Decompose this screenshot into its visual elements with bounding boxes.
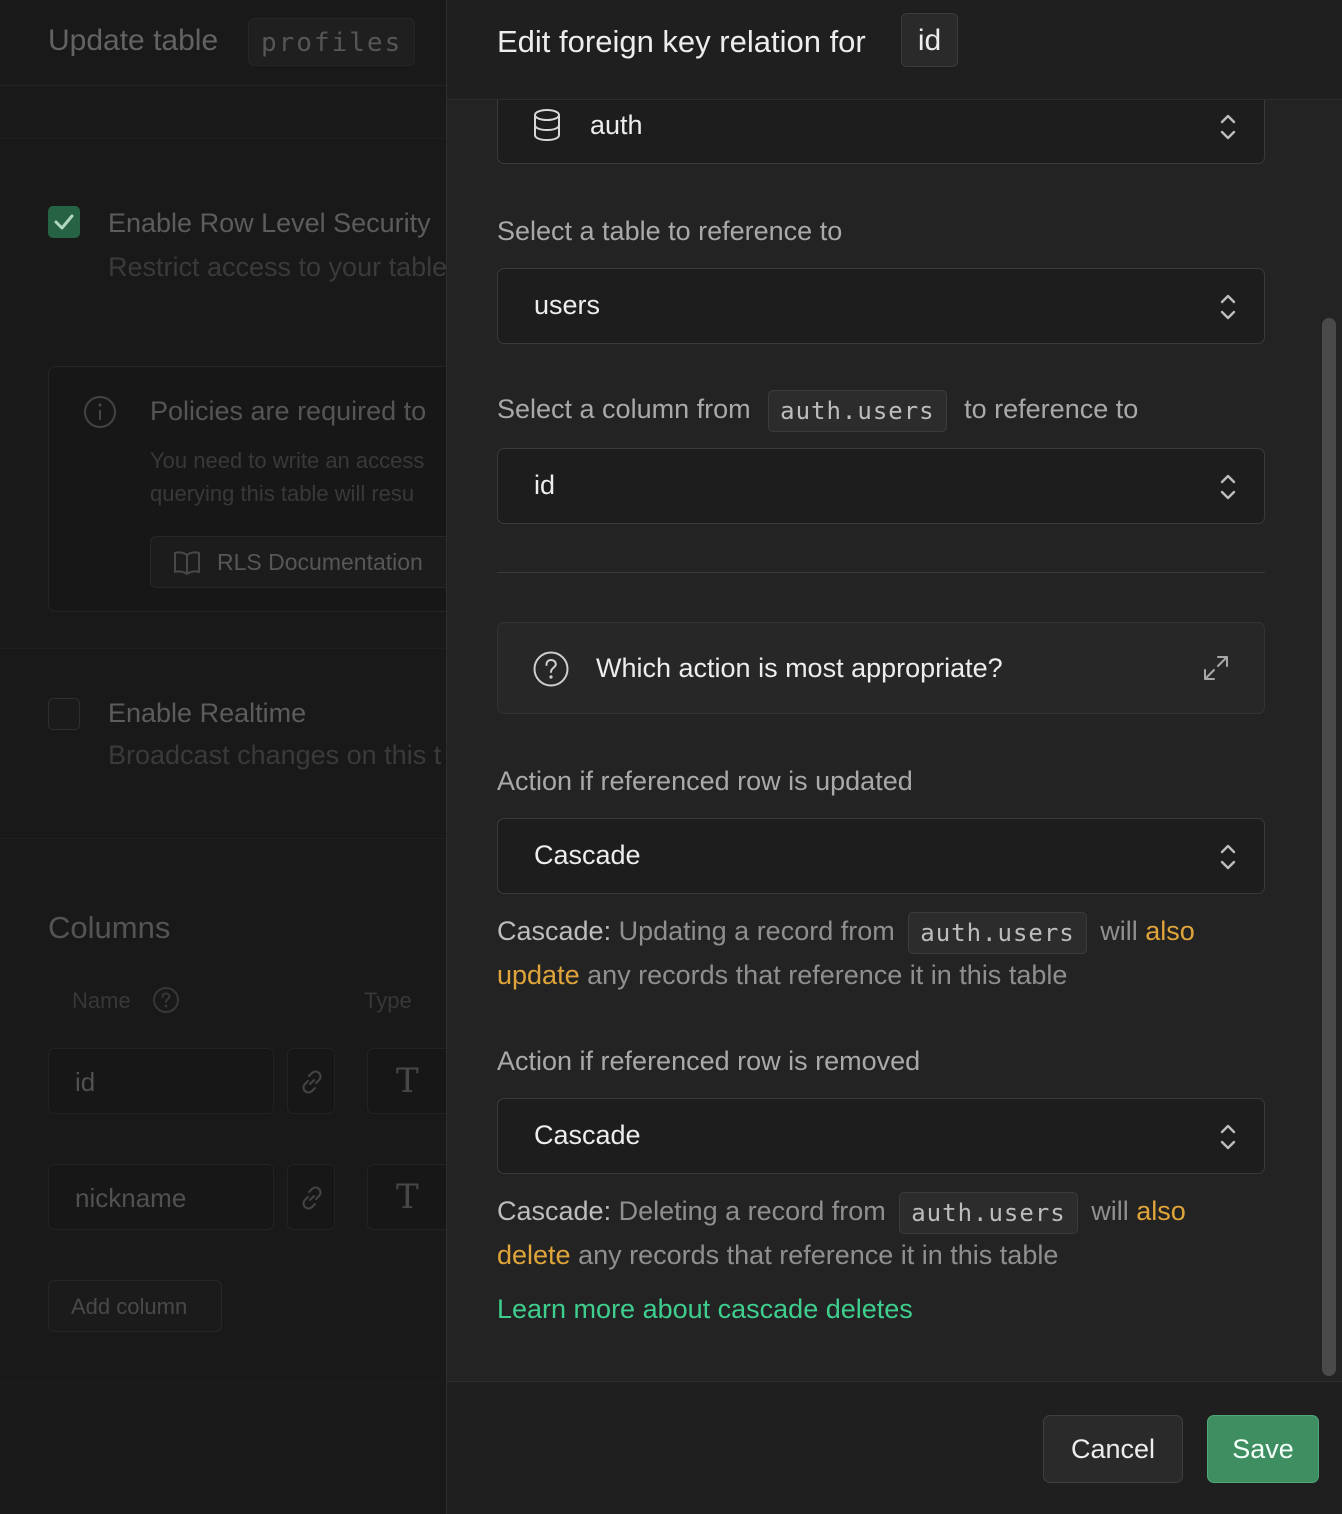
link-icon bbox=[302, 1070, 322, 1094]
check-icon bbox=[54, 214, 74, 230]
text-type-icon: T bbox=[396, 1177, 419, 1217]
rls-description: Restrict access to your table bbox=[108, 252, 446, 282]
update-table-panel: Update table profiles Enable Row Level S… bbox=[0, 0, 446, 1514]
foreign-key-link-button[interactable] bbox=[287, 1048, 335, 1114]
policy-notice-text: You need to write an access querying thi… bbox=[150, 444, 424, 510]
book-icon bbox=[174, 551, 200, 575]
column-select-value: id bbox=[534, 470, 556, 500]
update-action-select[interactable]: Cascade bbox=[497, 818, 1265, 894]
delete-action-select[interactable]: Cascade bbox=[497, 1098, 1265, 1174]
add-column-label: Add column bbox=[71, 1294, 188, 1319]
schema-table-chip: auth.users bbox=[899, 1191, 1078, 1234]
column-name-value: id bbox=[75, 1067, 96, 1097]
chevron-up-down-icon bbox=[1220, 294, 1236, 320]
schema-table-chip: auth.users bbox=[908, 911, 1087, 954]
column-name-header: Name bbox=[72, 988, 131, 1013]
learn-more-cascade-link[interactable]: Learn more about cascade deletes bbox=[497, 1294, 913, 1325]
link-icon bbox=[302, 1186, 322, 1210]
update-action-label: Action if referenced row is updated bbox=[497, 766, 913, 796]
cancel-button[interactable]: Cancel bbox=[1043, 1415, 1183, 1483]
policy-notice-title: Policies are required to bbox=[150, 396, 427, 426]
rls-checkbox[interactable] bbox=[48, 206, 80, 238]
column-select[interactable]: id bbox=[497, 448, 1265, 524]
panel-footer: Cancel Save bbox=[447, 1381, 1342, 1514]
description-text: will bbox=[1100, 916, 1138, 946]
delete-action-value: Cascade bbox=[534, 1120, 641, 1150]
column-type-select[interactable]: T bbox=[367, 1164, 446, 1230]
update-table-title: Update table bbox=[48, 24, 219, 57]
column-type-header: Type bbox=[364, 988, 412, 1013]
table-select-label: Select a table to reference to bbox=[497, 216, 843, 246]
description-text: any records that reference it in this ta… bbox=[578, 1239, 1059, 1270]
save-button[interactable]: Save bbox=[1207, 1415, 1319, 1483]
panel-header: Edit foreign key relation for id bbox=[447, 0, 1342, 100]
divider bbox=[0, 838, 446, 839]
schema-select-value: auth bbox=[590, 110, 643, 140]
action-help-box[interactable]: Which action is most appropriate? bbox=[497, 622, 1265, 714]
info-icon bbox=[84, 396, 116, 428]
description-text: Updating a record from bbox=[618, 916, 895, 946]
column-name-input[interactable]: id bbox=[48, 1048, 274, 1114]
expand-icon bbox=[1204, 656, 1228, 680]
column-select-label: Select a column from auth.users to refer… bbox=[497, 390, 1138, 432]
realtime-description: Broadcast changes on this t bbox=[108, 740, 442, 770]
column-name-chip: id bbox=[901, 13, 958, 67]
panel-scrollbar[interactable] bbox=[1320, 100, 1338, 1381]
edit-foreign-key-panel: Edit foreign key relation for id auth Se… bbox=[446, 0, 1342, 1514]
database-icon bbox=[534, 109, 560, 142]
realtime-label: Enable Realtime bbox=[108, 698, 307, 728]
help-icon[interactable] bbox=[152, 986, 180, 1014]
policy-notice-line: querying this table will resu bbox=[150, 481, 415, 506]
update-action-value: Cascade bbox=[534, 840, 641, 870]
description-text: Deleting a record from bbox=[618, 1196, 886, 1226]
schema-select[interactable]: auth bbox=[497, 100, 1265, 164]
foreign-key-link-button[interactable] bbox=[287, 1164, 335, 1230]
panel-body[interactable]: auth Select a table to reference to user… bbox=[447, 100, 1342, 1381]
column-select-label-text: to reference to bbox=[964, 394, 1139, 425]
chevron-up-down-icon bbox=[1220, 844, 1236, 870]
question-circle-icon bbox=[533, 651, 569, 687]
rls-documentation-button[interactable]: RLS Documentation bbox=[150, 536, 446, 588]
rls-documentation-label: RLS Documentation bbox=[217, 549, 423, 575]
realtime-checkbox[interactable] bbox=[48, 698, 80, 730]
table-select-value: users bbox=[534, 290, 601, 320]
add-column-button[interactable]: Add column bbox=[48, 1280, 222, 1332]
description-text: any records that reference it in this ta… bbox=[587, 959, 1068, 990]
update-table-header: Update table profiles bbox=[0, 0, 446, 86]
update-action-description: Cascade: Updating a record from auth.use… bbox=[497, 910, 1257, 996]
schema-table-chip: auth.users bbox=[768, 390, 947, 432]
divider bbox=[0, 648, 446, 649]
policy-notice-line: You need to write an access bbox=[150, 448, 425, 473]
panel-title: Edit foreign key relation for bbox=[497, 24, 866, 59]
chevron-up-down-icon bbox=[1220, 114, 1236, 140]
delete-action-label: Action if referenced row is removed bbox=[497, 1046, 921, 1076]
columns-title: Columns bbox=[48, 910, 171, 945]
column-name-value: nickname bbox=[75, 1183, 187, 1213]
description-prefix: Cascade: bbox=[497, 916, 612, 946]
chevron-up-down-icon bbox=[1220, 1124, 1236, 1150]
divider bbox=[0, 1382, 446, 1383]
delete-action-description: Cascade: Deleting a record from auth.use… bbox=[497, 1190, 1257, 1276]
divider bbox=[497, 572, 1265, 573]
column-type-select[interactable]: T bbox=[367, 1048, 446, 1114]
description-text: will bbox=[1091, 1196, 1129, 1226]
column-name-input[interactable]: nickname bbox=[48, 1164, 274, 1230]
divider bbox=[0, 138, 446, 139]
table-select[interactable]: users bbox=[497, 268, 1265, 344]
scrollbar-thumb[interactable] bbox=[1322, 318, 1336, 1376]
chevron-up-down-icon bbox=[1220, 474, 1236, 500]
column-select-label-text: Select a column from bbox=[497, 394, 751, 425]
action-help-text: Which action is most appropriate? bbox=[596, 653, 1003, 683]
table-name-chip: profiles bbox=[248, 18, 416, 66]
rls-label: Enable Row Level Security bbox=[108, 208, 431, 238]
text-type-icon: T bbox=[396, 1061, 419, 1101]
description-prefix: Cascade: bbox=[497, 1196, 612, 1226]
